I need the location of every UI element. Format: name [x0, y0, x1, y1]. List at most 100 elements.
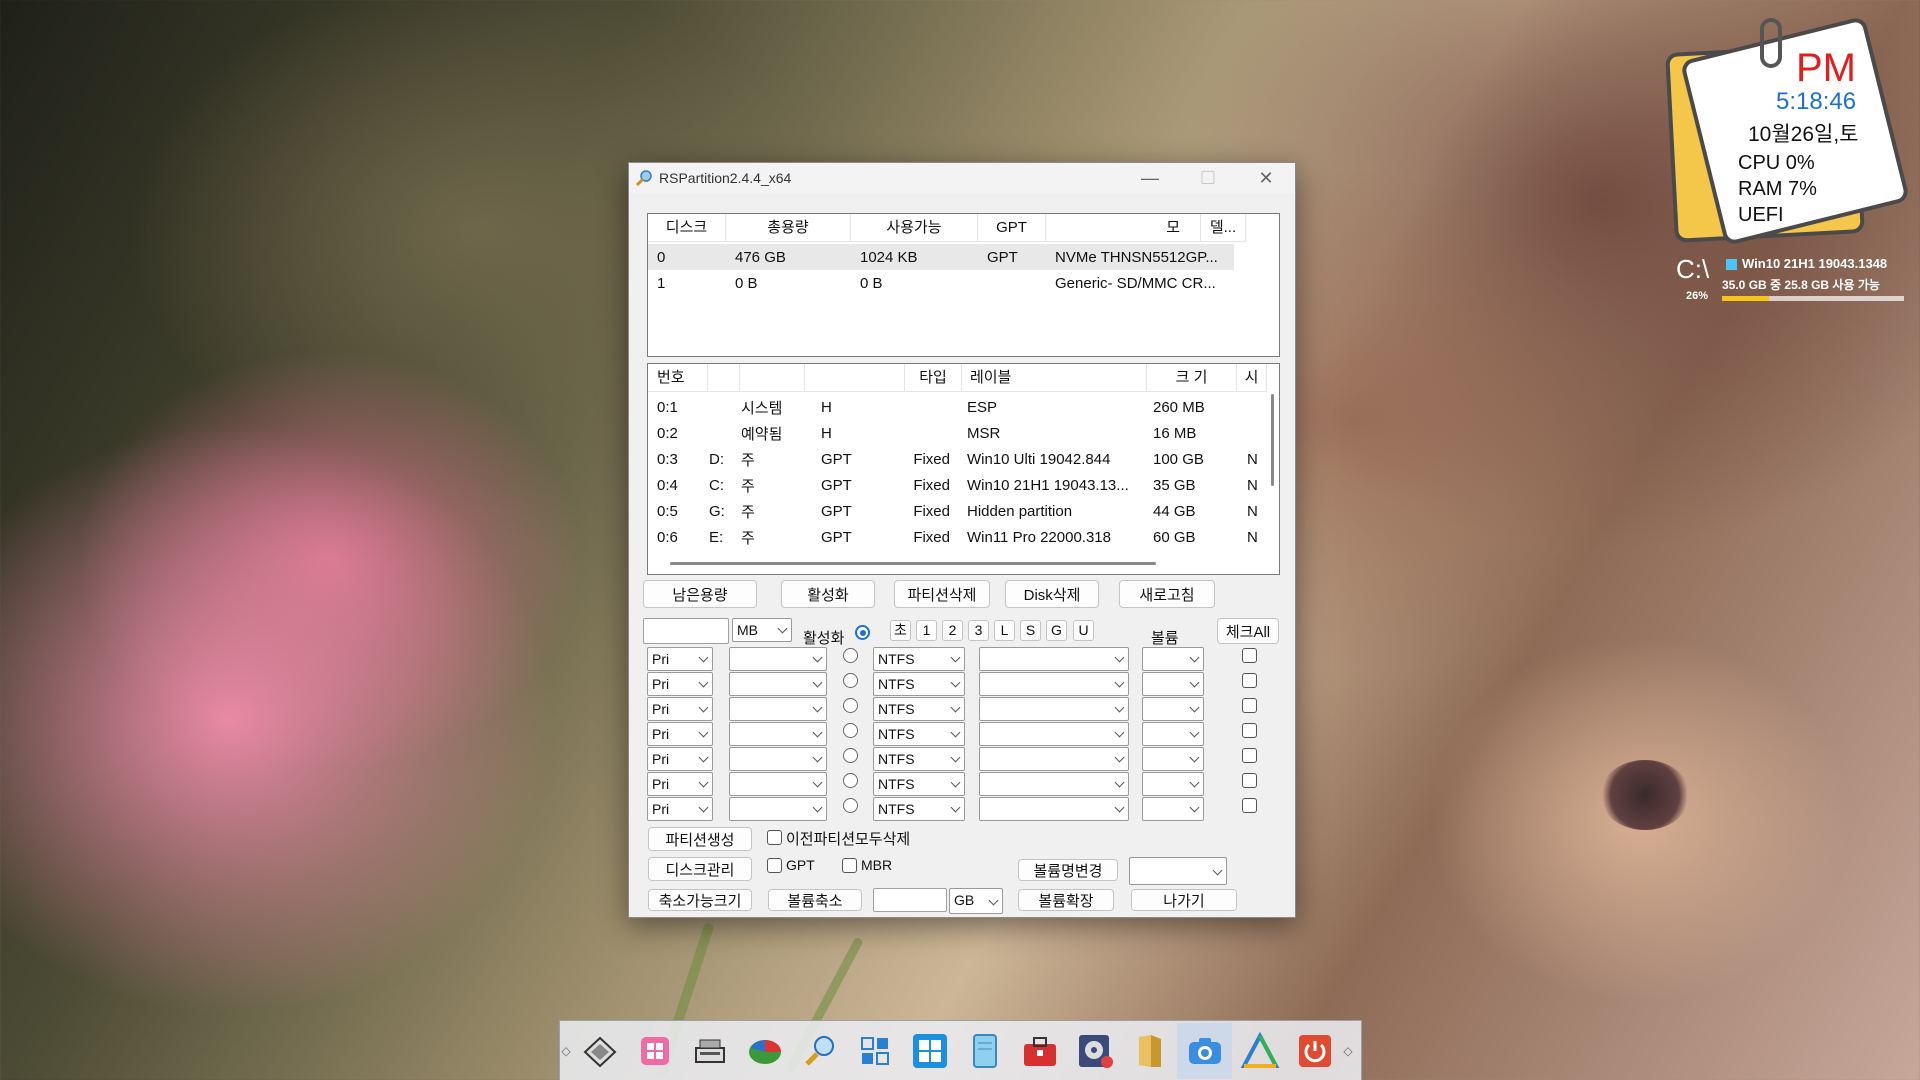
size-select[interactable]: [729, 772, 827, 796]
partition-type-select[interactable]: Pri: [647, 697, 713, 721]
size-select[interactable]: [729, 747, 827, 771]
disk-row[interactable]: 0 476 GB 1024 KB GPT NVMe THNSN5512GP...: [648, 244, 1234, 270]
title-bar[interactable]: RSPartition2.4.4_x64 — ☐ ✕: [629, 163, 1295, 193]
vertical-scrollbar[interactable]: [1271, 394, 1274, 486]
power-icon[interactable]: [1287, 1023, 1342, 1079]
refresh-button[interactable]: 새로고침: [1119, 580, 1215, 608]
disk-list[interactable]: 디스크 총용량 사용가능 GPT 모 델... 0 476 GB 1024 KB…: [647, 213, 1280, 357]
filesystem-select[interactable]: NTFS: [873, 672, 965, 696]
partition-row[interactable]: 0:2 예약됨 H MSR 16 MB: [648, 420, 1268, 446]
col-fs[interactable]: 시: [1237, 364, 1267, 392]
triangle-icon[interactable]: [1232, 1023, 1287, 1079]
active-row-radio[interactable]: [843, 648, 858, 663]
folder-icon[interactable]: [1122, 1023, 1177, 1079]
active-row-radio[interactable]: [843, 698, 858, 713]
col-gpt[interactable]: GPT: [978, 214, 1046, 242]
rename-volume-button[interactable]: 볼륨명변경: [1018, 859, 1118, 881]
active-row-radio[interactable]: [843, 673, 858, 688]
label-select[interactable]: [979, 772, 1129, 796]
disk-management-button[interactable]: 디스크관리: [648, 857, 752, 881]
letter-button[interactable]: U: [1073, 620, 1094, 641]
letter-button[interactable]: 2: [942, 620, 963, 641]
close-button[interactable]: ✕: [1237, 163, 1295, 193]
size-select[interactable]: [729, 797, 827, 821]
active-row-radio[interactable]: [843, 723, 858, 738]
volume-select[interactable]: [1142, 797, 1204, 821]
size-input[interactable]: [643, 618, 729, 644]
filesystem-select[interactable]: NTFS: [873, 772, 965, 796]
shrink-size-input[interactable]: [873, 888, 947, 912]
shrinkable-size-button[interactable]: 축소가능크기: [648, 889, 752, 911]
volume-select[interactable]: [1142, 672, 1204, 696]
partition-list[interactable]: 번호 타입 레이블 크 기 시 0:1 시스템 H ESP 260 MB 0:2 예약됨 H M…: [647, 363, 1280, 575]
active-row-radio[interactable]: [843, 773, 858, 788]
letter-button[interactable]: 3: [968, 620, 989, 641]
size-select[interactable]: [729, 647, 827, 671]
filesystem-select[interactable]: NTFS: [873, 647, 965, 671]
active-row-radio[interactable]: [843, 798, 858, 813]
col-type[interactable]: 타입: [905, 364, 962, 392]
active-row-radio[interactable]: [843, 748, 858, 763]
filesystem-select[interactable]: NTFS: [873, 747, 965, 771]
letter-button[interactable]: S: [1020, 620, 1041, 641]
col-size[interactable]: 크 기: [1147, 364, 1237, 392]
partition-row[interactable]: 0:1 시스템 H ESP 260 MB: [648, 394, 1268, 420]
filesystem-select[interactable]: NTFS: [873, 697, 965, 721]
delete-disk-button[interactable]: Disk삭제: [1005, 580, 1099, 608]
camera-icon[interactable]: [1177, 1022, 1232, 1079]
size-unit-select[interactable]: MB: [732, 618, 792, 642]
label-select[interactable]: [979, 672, 1129, 696]
partition-pie-icon[interactable]: [737, 1023, 792, 1079]
exit-button[interactable]: 나가기: [1131, 889, 1237, 911]
col-letter[interactable]: [708, 364, 740, 392]
toolbox-icon[interactable]: [1012, 1023, 1067, 1079]
col-kind[interactable]: [740, 364, 805, 392]
horizontal-scrollbar[interactable]: [670, 562, 1156, 565]
partition-type-select[interactable]: Pri: [647, 747, 713, 771]
shrink-volume-button[interactable]: 볼륨축소: [768, 889, 862, 911]
size-select[interactable]: [729, 697, 827, 721]
delete-partition-button[interactable]: 파티션삭제: [894, 580, 990, 608]
drive-tool-icon[interactable]: [572, 1023, 627, 1079]
create-partition-button[interactable]: 파티션생성: [648, 827, 752, 851]
disk-row[interactable]: 1 0 B 0 B Generic- SD/MMC CR...: [648, 270, 1234, 296]
mbr-checkbox[interactable]: [842, 858, 857, 873]
label-select[interactable]: [979, 647, 1129, 671]
letter-button[interactable]: L: [994, 620, 1015, 641]
scanner-icon[interactable]: [682, 1023, 737, 1079]
delete-previous-checkbox[interactable]: [767, 830, 782, 845]
tiles-icon[interactable]: [847, 1023, 902, 1079]
row-checkbox[interactable]: [1242, 748, 1257, 763]
col-disk[interactable]: 디스크: [648, 214, 726, 242]
start-menu-icon[interactable]: [627, 1023, 682, 1079]
filesystem-select[interactable]: NTFS: [873, 722, 965, 746]
free-space-button[interactable]: 남은용량: [643, 580, 757, 608]
volume-name-select[interactable]: [1129, 857, 1227, 885]
partition-row[interactable]: 0:5 G: 주 GPT Fixed Hidden partition 44 GB N: [648, 498, 1268, 524]
minimize-button[interactable]: —: [1121, 163, 1179, 193]
windows-icon[interactable]: [902, 1023, 957, 1079]
taskbar-right-arrow[interactable]: ◇: [1342, 1021, 1354, 1080]
size-select[interactable]: [729, 672, 827, 696]
label-select[interactable]: [979, 797, 1129, 821]
size-select[interactable]: [729, 722, 827, 746]
row-checkbox[interactable]: [1242, 673, 1257, 688]
row-checkbox[interactable]: [1242, 773, 1257, 788]
letter-button[interactable]: 1: [916, 620, 937, 641]
partition-type-select[interactable]: Pri: [647, 647, 713, 671]
partition-row[interactable]: 0:3 D: 주 GPT Fixed Win10 Ulti 19042.844 100 GB…: [648, 446, 1268, 472]
disk-tool-icon[interactable]: [1067, 1023, 1122, 1079]
notepad-icon[interactable]: [957, 1023, 1012, 1079]
col-number[interactable]: 번호: [648, 364, 708, 392]
rspartition-icon[interactable]: [792, 1023, 847, 1079]
col-model-more[interactable]: 델...: [1201, 214, 1246, 242]
volume-select[interactable]: [1142, 747, 1204, 771]
active-radio[interactable]: [855, 625, 870, 640]
row-checkbox[interactable]: [1242, 698, 1257, 713]
partition-type-select[interactable]: Pri: [647, 797, 713, 821]
partition-row[interactable]: 0:4 C: 주 GPT Fixed Win10 21H1 19043.13... 35 G…: [648, 472, 1268, 498]
partition-type-select[interactable]: Pri: [647, 772, 713, 796]
label-select[interactable]: [979, 697, 1129, 721]
partition-type-select[interactable]: Pri: [647, 672, 713, 696]
check-all-button[interactable]: 체크All: [1217, 618, 1279, 644]
